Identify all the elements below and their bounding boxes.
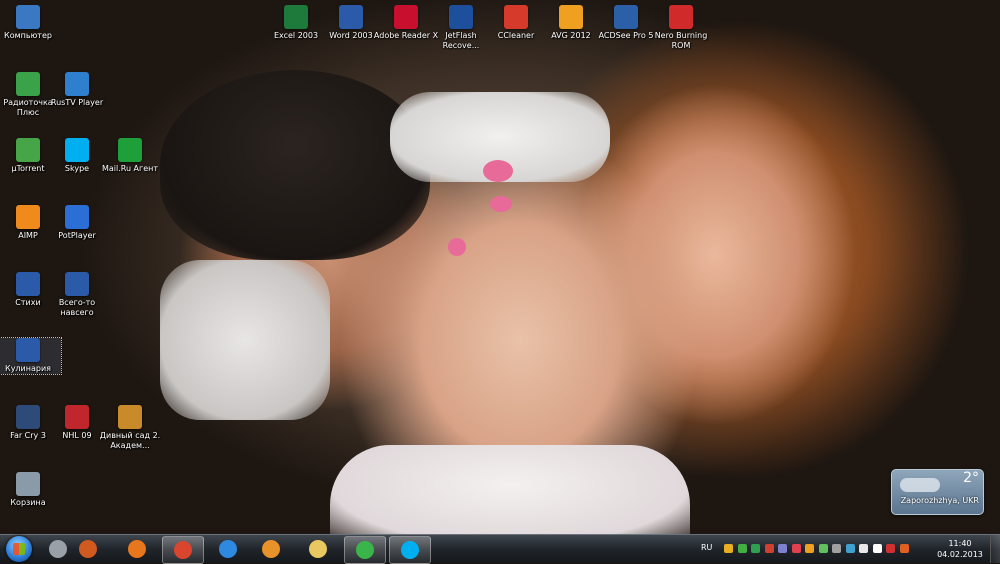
- clock-date: 04.02.2013: [937, 550, 983, 559]
- skype-icon: [65, 138, 89, 162]
- recycle-bin-icon: [16, 472, 40, 496]
- desktop-icon-label: Mail.Ru Агент: [101, 164, 159, 173]
- desktop-icon-label: RusTV Player: [50, 98, 104, 107]
- potplayer-icon: [65, 205, 89, 229]
- internet-explorer-icon: [219, 540, 237, 558]
- wallpaper-photo-detail: [160, 70, 430, 260]
- taskbar-button[interactable]: [389, 536, 431, 564]
- show-desktop-button[interactable]: [990, 535, 1000, 563]
- tray-icon[interactable]: [791, 544, 801, 553]
- weather-city: Zaporozhzhya, UKR: [900, 496, 979, 505]
- windows-start-icon[interactable]: [6, 536, 32, 562]
- tray-icon[interactable]: [886, 544, 895, 553]
- desktop-icon-label: Кулинария: [5, 364, 51, 373]
- taskbar: RU 11:40 04.02.2013: [0, 534, 1000, 564]
- utorrent-icon: [16, 138, 40, 162]
- word-document-icon: [65, 272, 89, 296]
- taskbar-clock[interactable]: 11:40 04.02.2013: [936, 538, 984, 560]
- taskbar-button[interactable]: [298, 536, 338, 562]
- wallpaper-photo-detail: [160, 260, 330, 420]
- cloud-icon: [900, 478, 940, 492]
- firefox-icon: [128, 540, 146, 558]
- desktop-icon[interactable]: Кулинария: [0, 337, 62, 375]
- mailru-agent-icon: [356, 541, 374, 559]
- desktop-wallpaper: [0, 0, 1000, 534]
- desktop-icon[interactable]: Nero Burning ROM: [648, 5, 714, 51]
- nhl09-icon: [65, 405, 89, 429]
- desktop-icon[interactable]: RusTV Player: [44, 72, 110, 108]
- desktop-icon-label: Дивный сад 2. Академ...: [99, 431, 161, 450]
- mailru-agent-icon: [118, 138, 142, 162]
- jetflash-icon: [449, 5, 473, 29]
- desktop-icon[interactable]: Mail.Ru Агент: [97, 138, 163, 174]
- tray-icon[interactable]: [845, 544, 855, 553]
- file-explorer-icon: [309, 540, 327, 558]
- weather-temperature: 2°: [963, 470, 979, 486]
- taskbar-button[interactable]: [344, 536, 386, 564]
- taskbar-button[interactable]: [68, 536, 108, 562]
- tray-icon[interactable]: [818, 544, 828, 553]
- taskbar-button[interactable]: [162, 536, 204, 564]
- tray-icon[interactable]: [751, 544, 760, 553]
- farcry3-icon: [16, 405, 40, 429]
- tray-icon[interactable]: [737, 544, 747, 553]
- wallpaper-photo-detail: [330, 445, 690, 534]
- wallpaper-photo-detail: [483, 160, 513, 182]
- taskbar-button[interactable]: [117, 536, 157, 562]
- tray-icon[interactable]: [805, 544, 814, 553]
- desktop-icon[interactable]: PotPlayer: [44, 205, 110, 241]
- computer-icon: [16, 5, 40, 29]
- desktop-icon[interactable]: Компьютер: [0, 5, 61, 41]
- desktop-icon[interactable]: Дивный сад 2. Академ...: [97, 405, 163, 451]
- ring-app-icon: [79, 540, 97, 558]
- word-document-icon: [16, 338, 40, 362]
- tray-icon[interactable]: [899, 544, 909, 553]
- media-player-icon: [49, 540, 67, 558]
- desktop-icon-label: Корзина: [10, 498, 46, 507]
- wallpaper-photo-detail: [490, 196, 512, 212]
- aimp-icon: [16, 205, 40, 229]
- radio-icon: [16, 72, 40, 96]
- nero-icon: [669, 5, 693, 29]
- excel-icon: [284, 5, 308, 29]
- tray-icon[interactable]: [832, 544, 841, 553]
- desktop-icon[interactable]: Всего-то навсего: [44, 272, 110, 318]
- game-icon: [118, 405, 142, 429]
- word-icon: [339, 5, 363, 29]
- clock-time: 11:40: [948, 539, 972, 548]
- avg-icon: [559, 5, 583, 29]
- desktop-icon-label: Всего-то навсего: [58, 298, 96, 317]
- ccleaner-icon: [504, 5, 528, 29]
- windows-logo-icon: [13, 543, 25, 555]
- taskbar-button[interactable]: [208, 536, 248, 562]
- desktop-icon-label: Nero Burning ROM: [654, 31, 708, 50]
- weather-gadget[interactable]: 2° Zaporozhzhya, UKR: [891, 469, 984, 515]
- taskbar-button[interactable]: [251, 536, 291, 562]
- chrome-icon: [174, 541, 192, 559]
- tray-icon[interactable]: [724, 544, 733, 553]
- acdsee-icon: [614, 5, 638, 29]
- tray-icon[interactable]: [859, 544, 868, 553]
- wallpaper-photo-detail: [448, 238, 466, 256]
- desktop-icon-label: Компьютер: [4, 31, 52, 40]
- tray-icon[interactable]: [764, 544, 774, 553]
- skype-icon: [401, 541, 419, 559]
- language-indicator[interactable]: RU: [701, 543, 712, 552]
- tv-player-icon: [65, 72, 89, 96]
- desktop-icon[interactable]: Корзина: [0, 472, 61, 508]
- tray-icon[interactable]: [872, 544, 882, 553]
- adobe-reader-icon: [394, 5, 418, 29]
- video-player-icon: [262, 540, 280, 558]
- word-document-icon: [16, 272, 40, 296]
- desktop-icon-label: PotPlayer: [58, 231, 96, 240]
- tray-icon[interactable]: [778, 544, 787, 553]
